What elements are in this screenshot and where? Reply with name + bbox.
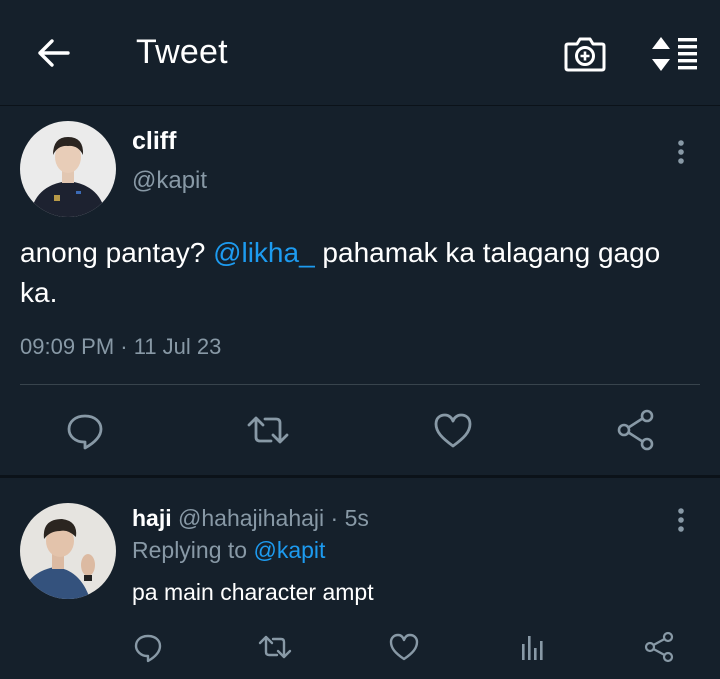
reply-avatar[interactable] (20, 503, 116, 599)
reply-text: pa main character ampt (132, 579, 374, 605)
analytics-icon[interactable] (519, 630, 545, 664)
section-divider (0, 475, 720, 478)
replying-to-handle[interactable]: @kapit (253, 537, 325, 563)
tweet-text-part: anong pantay? (20, 237, 214, 268)
mention-link[interactable]: @likha_ (213, 237, 315, 268)
tweet-timestamp[interactable]: 09:09 PM · 11 Jul 23 (20, 334, 221, 360)
tweet-text: anong pantay? @likha_ pahamak ka talagan… (20, 233, 700, 313)
replying-to-label: Replying to (132, 537, 248, 563)
page-title: Tweet (136, 33, 228, 71)
reply-icon[interactable] (66, 408, 104, 452)
avatar[interactable] (20, 121, 116, 217)
sort-list-icon[interactable] (650, 36, 700, 72)
more-options-icon[interactable] (676, 139, 686, 167)
camera-add-icon[interactable] (563, 34, 607, 74)
replying-to: Replying to @kapit (132, 537, 325, 564)
retweet-icon[interactable] (246, 408, 290, 452)
top-bar: Tweet (0, 0, 720, 106)
reply-like-icon[interactable] (389, 630, 419, 664)
share-icon[interactable] (617, 408, 655, 452)
author-name[interactable]: cliff (132, 127, 176, 156)
reply-author-handle[interactable]: @hahajihahaji (178, 505, 324, 531)
reply-more-options-icon[interactable] (676, 507, 686, 535)
reply-retweet-icon[interactable] (258, 630, 292, 664)
back-arrow-icon[interactable] (34, 36, 72, 70)
author-handle[interactable]: @kapit (132, 167, 207, 195)
reply-share-icon[interactable] (644, 630, 674, 664)
divider (20, 384, 700, 385)
reply-header: haji @hahajihahaji · 5s (132, 505, 369, 532)
reply-time: · 5s (330, 505, 369, 531)
reply-author-name[interactable]: haji (132, 505, 172, 531)
like-icon[interactable] (434, 408, 472, 452)
reply-reply-icon[interactable] (134, 630, 162, 664)
